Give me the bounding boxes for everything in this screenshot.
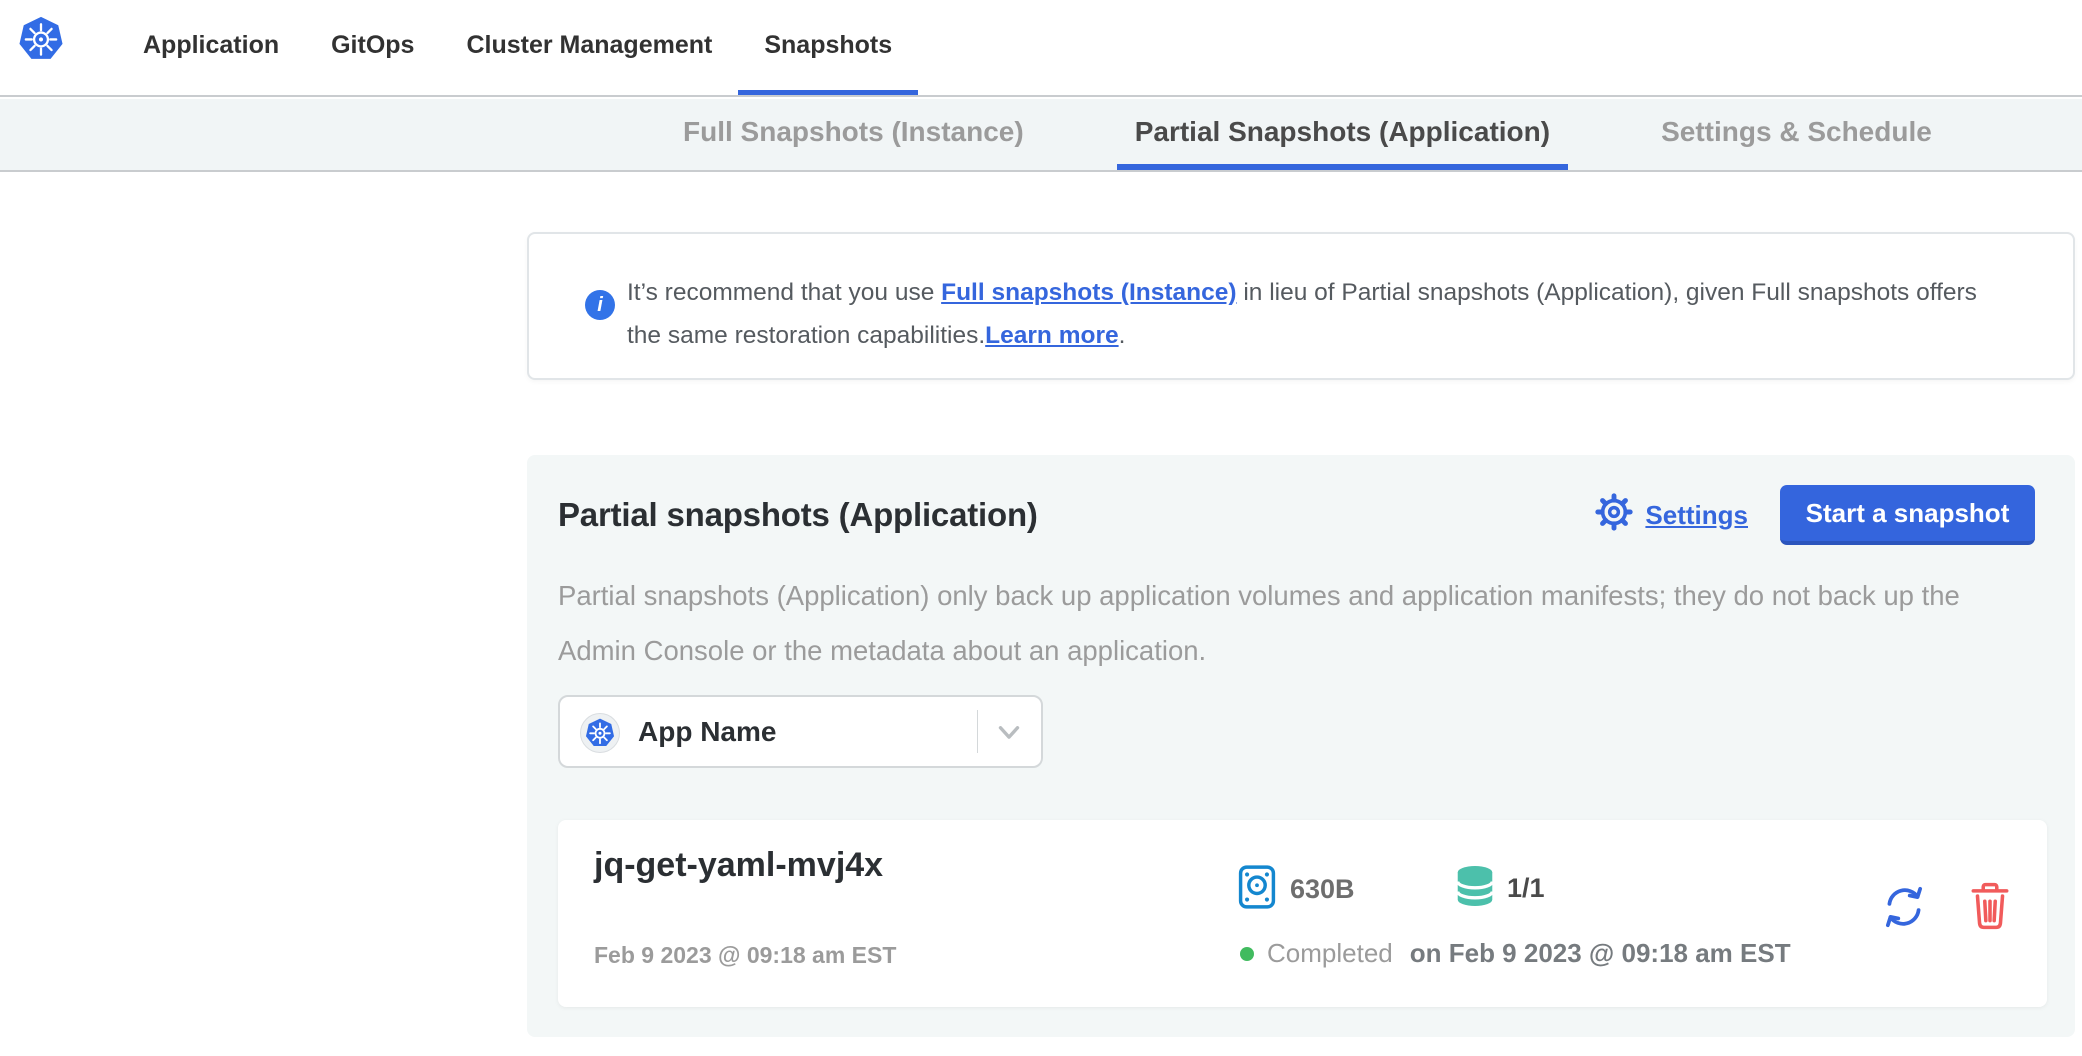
delete-snapshot-button[interactable] <box>1965 882 2015 932</box>
nav-item-cluster-management[interactable]: Cluster Management <box>440 0 738 95</box>
tab-full-snapshots-instance[interactable]: Full Snapshots (Instance) <box>665 99 1042 170</box>
status-label: Completed <box>1267 938 1393 969</box>
info-text-after: . <box>1119 322 1126 349</box>
snapshot-volumes-group: 1/1 <box>1455 864 1545 913</box>
snapshot-row: jq-get-yaml-mvj4x Feb 9 2023 @ 09:18 am … <box>558 820 2047 1007</box>
snapshot-created-timestamp: Feb 9 2023 @ 09:18 am EST <box>594 942 896 969</box>
info-text-before: It’s recommend that you use <box>627 279 941 306</box>
settings-link-label: Settings <box>1645 500 1748 531</box>
snapshot-status: Completed on Feb 9 2023 @ 09:18 am EST <box>1240 938 1791 969</box>
panel-description: Partial snapshots (Application) only bac… <box>558 568 2028 678</box>
top-navigation: Application GitOps Cluster Management Sn… <box>0 0 2082 97</box>
page-title: Partial snapshots (Application) <box>558 496 1593 534</box>
snapshots-tabs: Full Snapshots (Instance) Partial Snapsh… <box>665 99 1950 170</box>
snapshot-actions <box>1879 882 2015 932</box>
nav-item-gitops[interactable]: GitOps <box>305 0 440 95</box>
disk-icon <box>1238 864 1276 915</box>
full-snapshots-instance-link[interactable]: Full snapshots (Instance) <box>941 279 1236 306</box>
snapshot-volumes-value: 1/1 <box>1507 873 1545 904</box>
page: Application GitOps Cluster Management Sn… <box>0 0 2082 1056</box>
selector-divider <box>977 710 978 753</box>
snapshot-size-group: 630B <box>1238 864 1355 915</box>
snapshot-size-value: 630B <box>1290 874 1355 905</box>
tab-partial-snapshots-application[interactable]: Partial Snapshots (Application) <box>1117 99 1568 170</box>
main-nav: Application GitOps Cluster Management Sn… <box>117 0 918 95</box>
status-finished-timestamp: on Feb 9 2023 @ 09:18 am EST <box>1410 938 1791 969</box>
database-icon <box>1455 864 1495 913</box>
learn-more-link[interactable]: Learn more <box>985 322 1118 349</box>
status-dot-icon <box>1240 947 1254 961</box>
settings-link[interactable]: Settings <box>1593 491 1748 540</box>
app-kubernetes-icon <box>580 713 620 753</box>
tab-settings-schedule[interactable]: Settings & Schedule <box>1643 99 1950 170</box>
app-selector-value: App Name <box>638 697 776 766</box>
chevron-down-icon <box>992 715 1026 749</box>
info-banner-text: It’s recommend that you use Full snapsho… <box>627 271 2013 357</box>
restore-snapshot-button[interactable] <box>1879 882 1929 932</box>
kubernetes-logo-icon[interactable] <box>18 16 64 62</box>
panel-header: Partial snapshots (Application) <box>558 485 2035 545</box>
start-snapshot-button[interactable]: Start a snapshot <box>1780 485 2035 545</box>
info-icon: i <box>585 290 615 320</box>
app-name-selector[interactable]: App Name <box>558 695 1043 768</box>
nav-item-application[interactable]: Application <box>117 0 305 95</box>
snapshot-name: jq-get-yaml-mvj4x <box>594 846 883 885</box>
nav-item-snapshots[interactable]: Snapshots <box>738 0 918 95</box>
partial-snapshots-panel: Partial snapshots (Application) <box>527 455 2075 1037</box>
info-banner: i It’s recommend that you use Full snaps… <box>527 232 2075 380</box>
snapshots-tab-bar: Full Snapshots (Instance) Partial Snapsh… <box>0 99 2082 172</box>
gear-icon <box>1593 491 1635 540</box>
